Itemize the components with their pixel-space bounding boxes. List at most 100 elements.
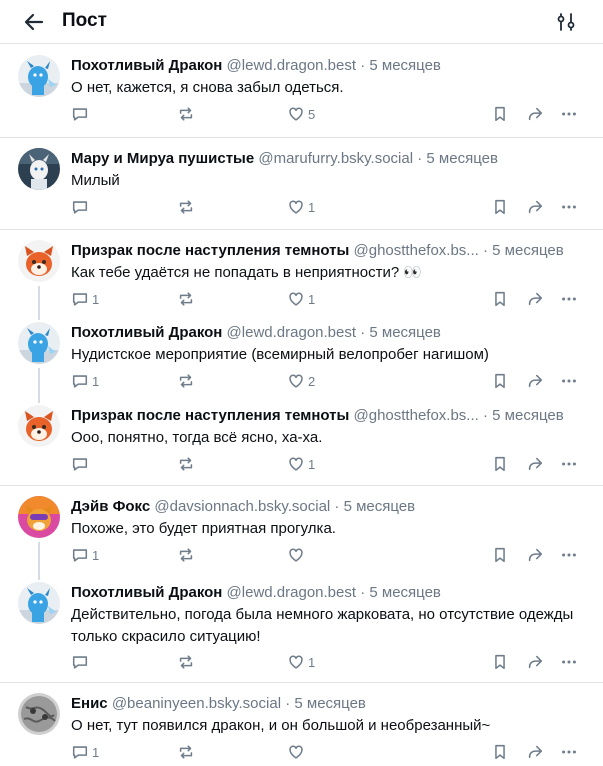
share-button[interactable] (526, 742, 544, 762)
author-name[interactable]: Призрак после наступления темноты (71, 407, 349, 424)
author-handle[interactable]: @davsionnach.bsky.social (154, 498, 330, 515)
author-name[interactable]: Енис (71, 695, 108, 712)
share-button[interactable] (526, 104, 544, 124)
share-button[interactable] (526, 371, 544, 391)
author-handle[interactable]: @ghostthefox.bs... (354, 242, 479, 259)
post-time[interactable]: 5 месяцев (369, 324, 441, 341)
post-header: Пост (0, 0, 603, 44)
post-item[interactable]: Призрак после наступления темноты @ghost… (0, 229, 603, 313)
more-options-button[interactable] (560, 104, 578, 124)
share-button[interactable] (526, 454, 544, 474)
repost-button[interactable] (177, 371, 198, 391)
bookmark-button[interactable] (491, 652, 509, 672)
reply-button[interactable]: 1 (71, 742, 99, 762)
like-button[interactable]: 1 (287, 197, 315, 217)
author-handle[interactable]: @lewd.dragon.best (227, 324, 356, 341)
share-button[interactable] (526, 197, 544, 217)
like-button[interactable]: 5 (287, 104, 315, 124)
post-item[interactable]: Призрак после наступления темноты @ghost… (0, 395, 603, 485)
bookmark-button[interactable] (491, 454, 509, 474)
repost-button[interactable] (177, 289, 198, 309)
author-name[interactable]: Похотливый Дракон (71, 57, 222, 74)
post-item[interactable]: Енис @beaninyeen.bsky.social · 5 месяцев… (0, 682, 603, 766)
like-button[interactable] (287, 742, 308, 762)
repost-button[interactable] (177, 545, 198, 565)
repost-icon (177, 653, 195, 671)
reply-button[interactable]: 1 (71, 545, 99, 565)
like-button[interactable]: 1 (287, 454, 315, 474)
bookmark-button[interactable] (491, 104, 509, 124)
share-button[interactable] (526, 289, 544, 309)
bookmark-button[interactable] (491, 545, 509, 565)
author-handle[interactable]: @marufurry.bsky.social (258, 150, 413, 167)
like-button[interactable] (287, 545, 308, 565)
reply-button[interactable] (71, 197, 92, 217)
post-time[interactable]: 5 месяцев (492, 407, 564, 424)
avatar[interactable] (18, 148, 60, 190)
author-name[interactable]: Дэйв Фокс (71, 498, 150, 515)
post-time[interactable]: 5 месяцев (369, 584, 441, 601)
bookmark-icon (491, 198, 509, 216)
more-options-button[interactable] (560, 652, 578, 672)
author-name[interactable]: Призрак после наступления темноты (71, 242, 349, 259)
bookmark-button[interactable] (491, 197, 509, 217)
share-button[interactable] (526, 545, 544, 565)
repost-button[interactable] (177, 197, 198, 217)
repost-icon (177, 743, 195, 761)
thread-settings-button[interactable] (555, 11, 577, 33)
more-options-button[interactable] (560, 197, 578, 217)
like-button[interactable]: 1 (287, 652, 315, 672)
post-item[interactable]: Похотливый Дракон @lewd.dragon.best · 5 … (0, 312, 603, 395)
post-item[interactable]: Дэйв Фокс @davsionnach.bsky.social · 5 м… (0, 485, 603, 573)
avatar[interactable] (18, 405, 60, 447)
post-time[interactable]: 5 месяцев (294, 695, 366, 712)
share-button[interactable] (526, 652, 544, 672)
author-handle[interactable]: @ghostthefox.bs... (354, 407, 479, 424)
bookmark-button[interactable] (491, 371, 509, 391)
repost-button[interactable] (177, 454, 198, 474)
author-name[interactable]: Похотливый Дракон (71, 324, 222, 341)
like-button[interactable]: 1 (287, 289, 315, 309)
reply-button[interactable] (71, 104, 92, 124)
repost-button[interactable] (177, 742, 198, 762)
bookmark-button[interactable] (491, 289, 509, 309)
ellipsis-icon (560, 198, 578, 216)
thread-line (38, 572, 40, 580)
bookmark-button[interactable] (491, 742, 509, 762)
post-time[interactable]: 5 месяцев (426, 150, 498, 167)
post-item[interactable]: Мару и Мируа пушистые @marufurry.bsky.so… (0, 137, 603, 229)
post-time[interactable]: 5 месяцев (344, 498, 416, 515)
more-options-button[interactable] (560, 371, 578, 391)
reply-count: 1 (92, 547, 100, 563)
author-handle[interactable]: @lewd.dragon.best (227, 584, 356, 601)
repost-button[interactable] (177, 652, 198, 672)
reply-button[interactable] (71, 652, 92, 672)
more-options-button[interactable] (560, 289, 578, 309)
post-time[interactable]: 5 месяцев (369, 57, 441, 74)
reply-button[interactable]: 1 (71, 289, 99, 309)
author-name[interactable]: Мару и Мируа пушистые (71, 150, 254, 167)
post-meta: Похотливый Дракон @lewd.dragon.best · 5 … (71, 324, 441, 342)
back-button[interactable] (22, 10, 46, 34)
post-meta: Мару и Мируа пушистые @marufurry.bsky.so… (71, 150, 498, 168)
avatar[interactable] (18, 582, 60, 624)
more-options-button[interactable] (560, 742, 578, 762)
author-name[interactable]: Похотливый Дракон (71, 584, 222, 601)
post-item[interactable]: Похотливый Дракон @lewd.dragon.best · 5 … (0, 45, 603, 137)
author-handle[interactable]: @beaninyeen.bsky.social (112, 695, 281, 712)
author-handle[interactable]: @lewd.dragon.best (227, 57, 356, 74)
repost-icon (177, 290, 195, 308)
more-options-button[interactable] (560, 454, 578, 474)
reply-button[interactable] (71, 454, 92, 474)
avatar[interactable] (18, 240, 60, 282)
post-time[interactable]: 5 месяцев (492, 242, 564, 259)
avatar[interactable] (18, 55, 60, 97)
more-options-button[interactable] (560, 545, 578, 565)
avatar[interactable] (18, 322, 60, 364)
post-item[interactable]: Похотливый Дракон @lewd.dragon.best · 5 … (0, 572, 603, 682)
avatar[interactable] (18, 496, 60, 538)
repost-button[interactable] (177, 104, 198, 124)
reply-button[interactable]: 1 (71, 371, 99, 391)
like-button[interactable]: 2 (287, 371, 315, 391)
avatar[interactable] (18, 693, 60, 735)
